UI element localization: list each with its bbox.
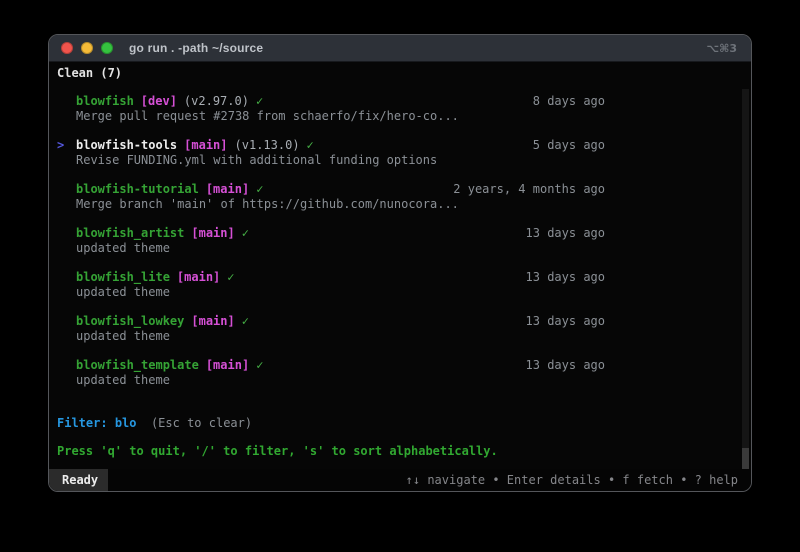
repo-branch: [dev] <box>140 94 177 108</box>
repo-commit-message: updated theme <box>76 241 170 255</box>
filter-line: Filter: blo (Esc to clear) <box>57 416 743 431</box>
repo-row[interactable]: blowfish_artist [main] ✓ 13 days ago upd… <box>57 226 605 256</box>
repo-row-message-line: Merge pull request #2738 from schaerfo/f… <box>57 109 605 124</box>
repo-branch: [main] <box>176 270 221 284</box>
filter-value[interactable]: blo <box>115 416 137 430</box>
help-line: Press 'q' to quit, '/' to filter, 's' to… <box>57 444 498 458</box>
repo-name: blowfish_artist <box>76 226 185 240</box>
scrollbar-thumb[interactable] <box>742 448 749 470</box>
repo-name: blowfish_lite <box>76 270 170 284</box>
repo-row-title-line: blowfish [dev] (v2.97.0) ✓ 8 days ago <box>57 94 605 109</box>
terminal-content: Clean (7) blowfish [dev] (v2.97.0) ✓ 8 d… <box>49 62 751 472</box>
status-keybinding-hints: ↑↓ navigate • Enter details • f fetch • … <box>405 473 738 487</box>
zoom-button-icon[interactable] <box>101 42 113 54</box>
filter-label: Filter: <box>57 416 108 430</box>
repo-last-commit-time: 13 days ago <box>525 314 605 328</box>
repo-branch: [main] <box>205 358 250 372</box>
clean-check-icon: ✓ <box>241 226 249 240</box>
repo-row-message-line: updated theme <box>57 329 605 344</box>
repo-name: blowfish_lowkey <box>76 314 185 328</box>
repo-row[interactable]: blowfish_lowkey [main] ✓ 13 days ago upd… <box>57 314 605 344</box>
close-button-icon[interactable] <box>61 42 73 54</box>
repo-name: blowfish <box>76 94 134 108</box>
repo-row-message-line: updated theme <box>57 241 605 256</box>
repo-commit-message: updated theme <box>76 373 170 387</box>
traffic-lights <box>61 42 113 54</box>
repo-row-title-line: > blowfish-tools [main] (v1.13.0) ✓ 5 da… <box>57 138 605 153</box>
status-bar: Ready ↑↓ navigate • Enter details • f fe… <box>49 469 751 491</box>
repo-branch: [main] <box>191 226 235 240</box>
clean-check-icon: ✓ <box>227 270 235 284</box>
clean-check-icon: ✓ <box>256 358 264 372</box>
repo-name: blowfish-tools <box>76 138 178 152</box>
repo-row[interactable]: > blowfish-tools [main] (v1.13.0) ✓ 5 da… <box>57 138 605 168</box>
repo-row-message-line: Merge branch 'main' of https://github.co… <box>57 197 605 212</box>
repo-row-title-line: blowfish_lowkey [main] ✓ 13 days ago <box>57 314 605 329</box>
repo-last-commit-time: 8 days ago <box>532 94 605 108</box>
repo-commit-message: Merge pull request #2738 from schaerfo/f… <box>76 109 459 123</box>
repo-version: (v2.97.0) <box>183 94 249 108</box>
repo-row[interactable]: blowfish_template [main] ✓ 13 days ago u… <box>57 358 605 388</box>
repo-version: (v1.13.0) <box>234 138 300 152</box>
minimize-button-icon[interactable] <box>81 42 93 54</box>
scrollbar-track[interactable] <box>742 89 749 470</box>
selection-cursor: > <box>57 138 65 152</box>
titlebar: go run . -path ~/source ⌥⌘3 <box>49 35 751 62</box>
terminal-window: go run . -path ~/source ⌥⌘3 Clean (7) bl… <box>48 34 752 492</box>
repo-last-commit-time: 13 days ago <box>525 226 605 240</box>
clean-check-icon: ✓ <box>256 182 264 196</box>
repo-row-title-line: blowfish_template [main] ✓ 13 days ago <box>57 358 605 373</box>
repo-commit-message: Revise FUNDING.yml with additional fundi… <box>76 153 438 167</box>
repo-branch: [main] <box>191 314 235 328</box>
repo-list: blowfish [dev] (v2.97.0) ✓ 8 days ago Me… <box>57 94 605 388</box>
repo-commit-message: Merge branch 'main' of https://github.co… <box>76 197 459 211</box>
repo-row-title-line: blowfish_lite [main] ✓ 13 days ago <box>57 270 605 285</box>
repo-row[interactable]: blowfish-tutorial [main] ✓ 2 years, 4 mo… <box>57 182 605 212</box>
repo-row-title-line: blowfish_artist [main] ✓ 13 days ago <box>57 226 605 241</box>
repo-row-message-line: updated theme <box>57 285 605 300</box>
repo-row[interactable]: blowfish_lite [main] ✓ 13 days ago updat… <box>57 270 605 300</box>
repo-branch: [main] <box>205 182 250 196</box>
window-title: go run . -path ~/source <box>129 41 264 55</box>
repo-name: blowfish-tutorial <box>76 182 199 196</box>
repo-commit-message: updated theme <box>76 329 170 343</box>
repo-row[interactable]: blowfish [dev] (v2.97.0) ✓ 8 days ago Me… <box>57 94 605 124</box>
clean-check-icon: ✓ <box>241 314 249 328</box>
repo-name: blowfish_template <box>76 358 199 372</box>
filter-clear-hint: (Esc to clear) <box>150 416 253 430</box>
status-state-badge: Ready <box>49 469 109 491</box>
repo-last-commit-time: 2 years, 4 months ago <box>453 182 605 196</box>
repo-row-message-line: Revise FUNDING.yml with additional fundi… <box>57 153 605 168</box>
repo-branch: [main] <box>184 138 228 152</box>
repo-last-commit-time: 5 days ago <box>532 138 605 152</box>
window-shortcut-badge: ⌥⌘3 <box>706 41 737 55</box>
clean-check-icon: ✓ <box>306 138 314 152</box>
repo-last-commit-time: 13 days ago <box>525 270 605 284</box>
repo-row-message-line: updated theme <box>57 373 605 388</box>
repo-row-title-line: blowfish-tutorial [main] ✓ 2 years, 4 mo… <box>57 182 605 197</box>
repo-last-commit-time: 13 days ago <box>525 358 605 372</box>
repo-commit-message: updated theme <box>76 285 170 299</box>
clean-check-icon: ✓ <box>255 94 264 108</box>
group-header: Clean (7) <box>57 66 123 80</box>
